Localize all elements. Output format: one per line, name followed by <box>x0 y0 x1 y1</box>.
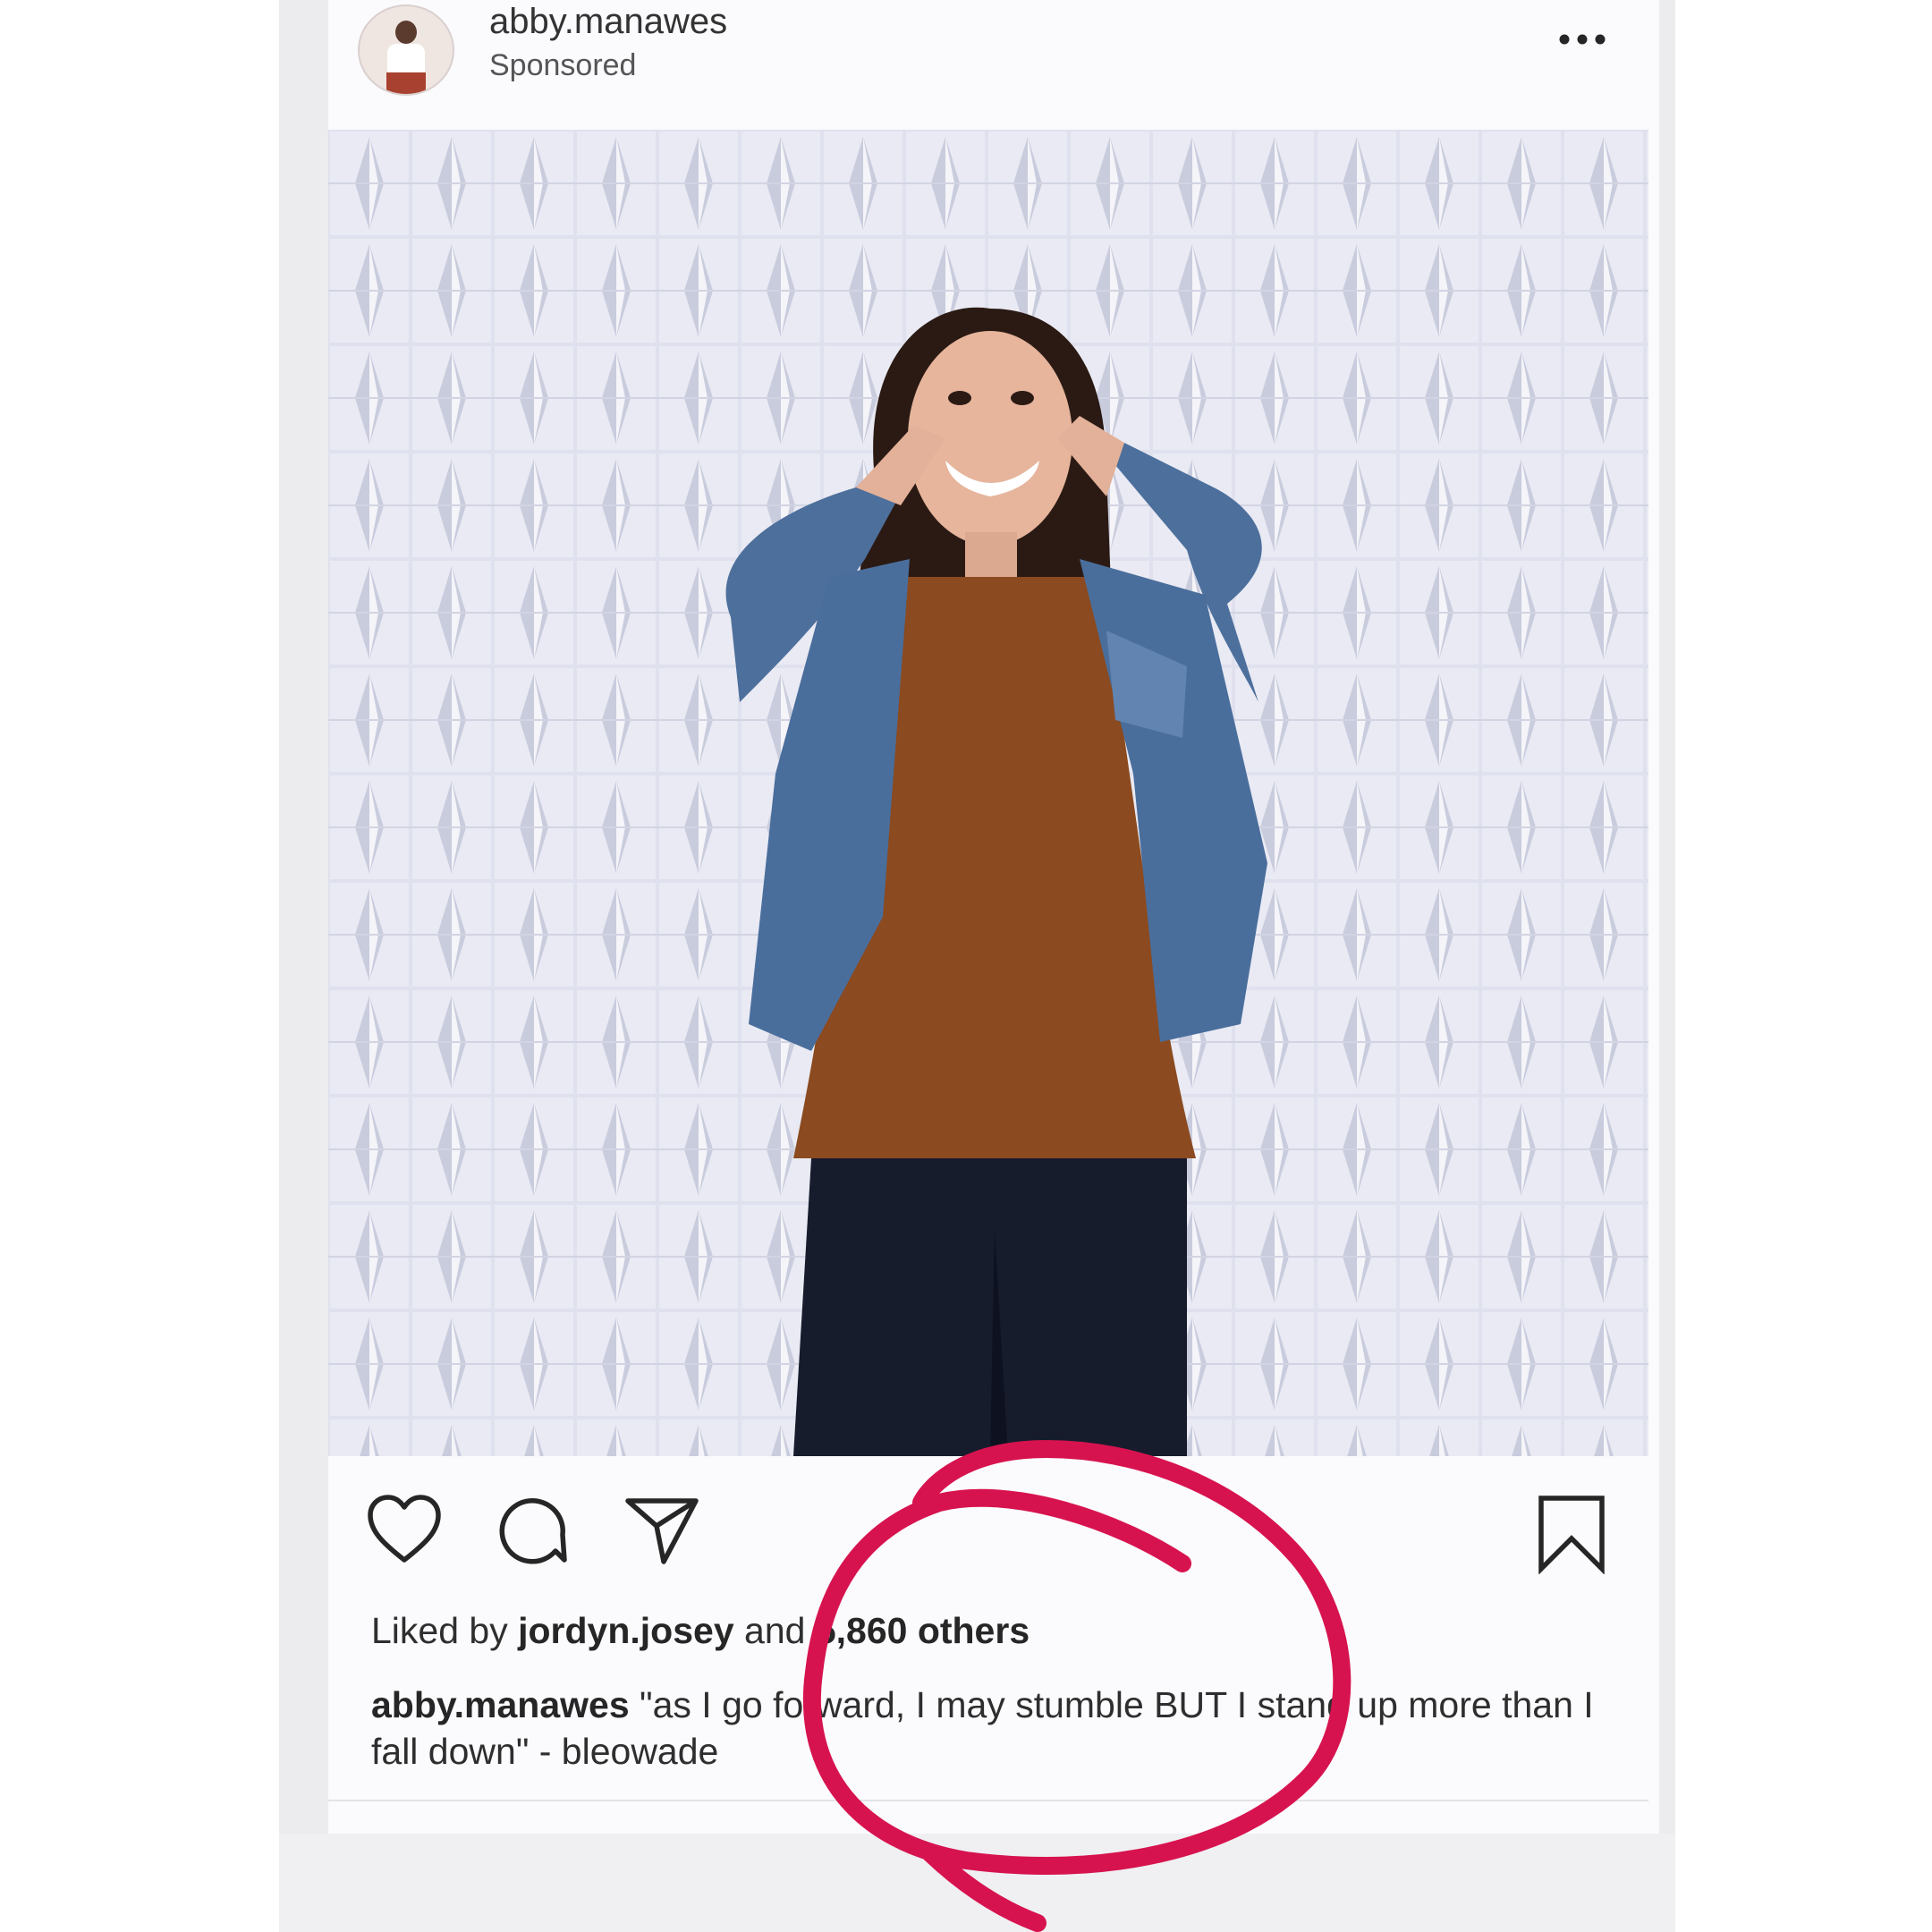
share-icon[interactable] <box>624 1496 699 1565</box>
likes-middle: and <box>733 1610 816 1651</box>
bookmark-icon[interactable] <box>1536 1494 1607 1574</box>
backdrop-right <box>1659 0 1675 1932</box>
heart-icon[interactable] <box>366 1494 443 1565</box>
likes-count[interactable]: 5,860 others <box>816 1610 1030 1651</box>
post-username[interactable]: abby.manawes <box>489 2 727 42</box>
post-photo[interactable] <box>328 130 1648 1456</box>
caption-author[interactable]: abby.manawes <box>371 1684 630 1725</box>
liker-username[interactable]: jordyn.josey <box>518 1610 734 1651</box>
likes-summary[interactable]: Liked by jordyn.josey and 5,860 others <box>371 1610 1030 1652</box>
post-caption: abby.manawes "as I go forward, I may stu… <box>371 1682 1623 1775</box>
avatar[interactable] <box>358 4 454 96</box>
instagram-post: abby.manawes Sponsored Liked by jordyn.j… <box>328 0 1659 1834</box>
comment-icon[interactable] <box>496 1496 568 1567</box>
avatar-figure-skirt <box>386 72 426 94</box>
backdrop-left <box>279 0 328 1932</box>
post-divider <box>328 1800 1648 1801</box>
backdrop-bottom <box>279 1834 1675 1932</box>
more-options-icon[interactable] <box>1557 32 1607 47</box>
avatar-figure-head <box>395 21 417 44</box>
likes-prefix: Liked by <box>371 1610 519 1651</box>
sponsored-label: Sponsored <box>489 48 637 82</box>
